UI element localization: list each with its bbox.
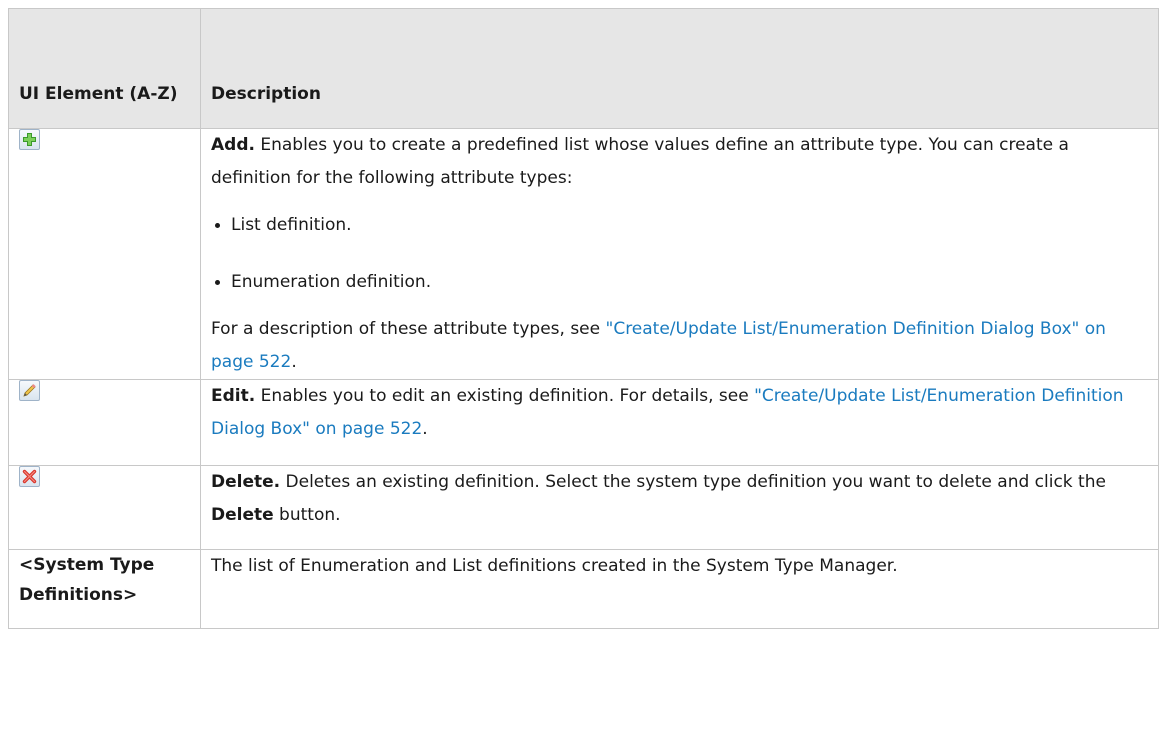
description-text: Deletes an existing definition. Select t… [280, 472, 1106, 492]
header-ui-element: UI Element (A-Z) [8, 8, 201, 129]
delete-icon[interactable] [19, 466, 40, 487]
list-item: Enumeration definition. [215, 266, 1148, 299]
table-header-row: UI Element (A-Z) Description [8, 8, 1159, 129]
description-cell: The list of Enumeration and List definit… [200, 549, 1159, 629]
edit-icon[interactable] [19, 380, 40, 401]
description-cell: Edit. Enables you to edit an existing de… [200, 379, 1159, 466]
table-row: Delete. Deletes an existing definition. … [8, 465, 1159, 550]
header-description: Description [200, 8, 1159, 129]
description-cell: Add. Enables you to create a predefined … [200, 128, 1159, 380]
description-paragraph: For a description of these attribute typ… [211, 313, 1148, 379]
description-text: Enables you to create a predefined list … [211, 135, 1069, 188]
description-text: . [291, 352, 297, 372]
add-icon[interactable] [19, 129, 40, 150]
term-label: Edit. [211, 386, 256, 406]
table-row: <System Type Definitions> The list of En… [8, 549, 1159, 629]
description-paragraph: Edit. Enables you to edit an existing de… [211, 380, 1148, 446]
element-cell [8, 128, 201, 380]
element-cell [8, 379, 201, 466]
term-label: Add. [211, 135, 255, 155]
element-cell [8, 465, 201, 550]
ui-elements-table: UI Element (A-Z) Description Add. Enable… [8, 8, 1159, 629]
element-cell: <System Type Definitions> [8, 549, 201, 629]
description-paragraph: The list of Enumeration and List definit… [211, 556, 898, 576]
system-type-definitions-label: <System Type Definitions> [19, 555, 155, 605]
description-text: Enables you to edit an existing definiti… [255, 386, 755, 406]
delete-inline-label: Delete [211, 505, 274, 525]
description-text: For a description of these attribute typ… [211, 319, 606, 339]
list-item: List definition. [215, 209, 1148, 242]
term-label: Delete. [211, 472, 281, 492]
table-row: Add. Enables you to create a predefined … [8, 128, 1159, 380]
attribute-type-list: List definition. Enumeration definition. [211, 209, 1148, 299]
table-row: Edit. Enables you to edit an existing de… [8, 379, 1159, 466]
description-paragraph: Add. Enables you to create a predefined … [211, 129, 1148, 195]
description-text: . [422, 419, 428, 439]
description-paragraph: Delete. Deletes an existing definition. … [211, 466, 1148, 532]
description-text: button. [273, 505, 341, 525]
description-cell: Delete. Deletes an existing definition. … [200, 465, 1159, 550]
